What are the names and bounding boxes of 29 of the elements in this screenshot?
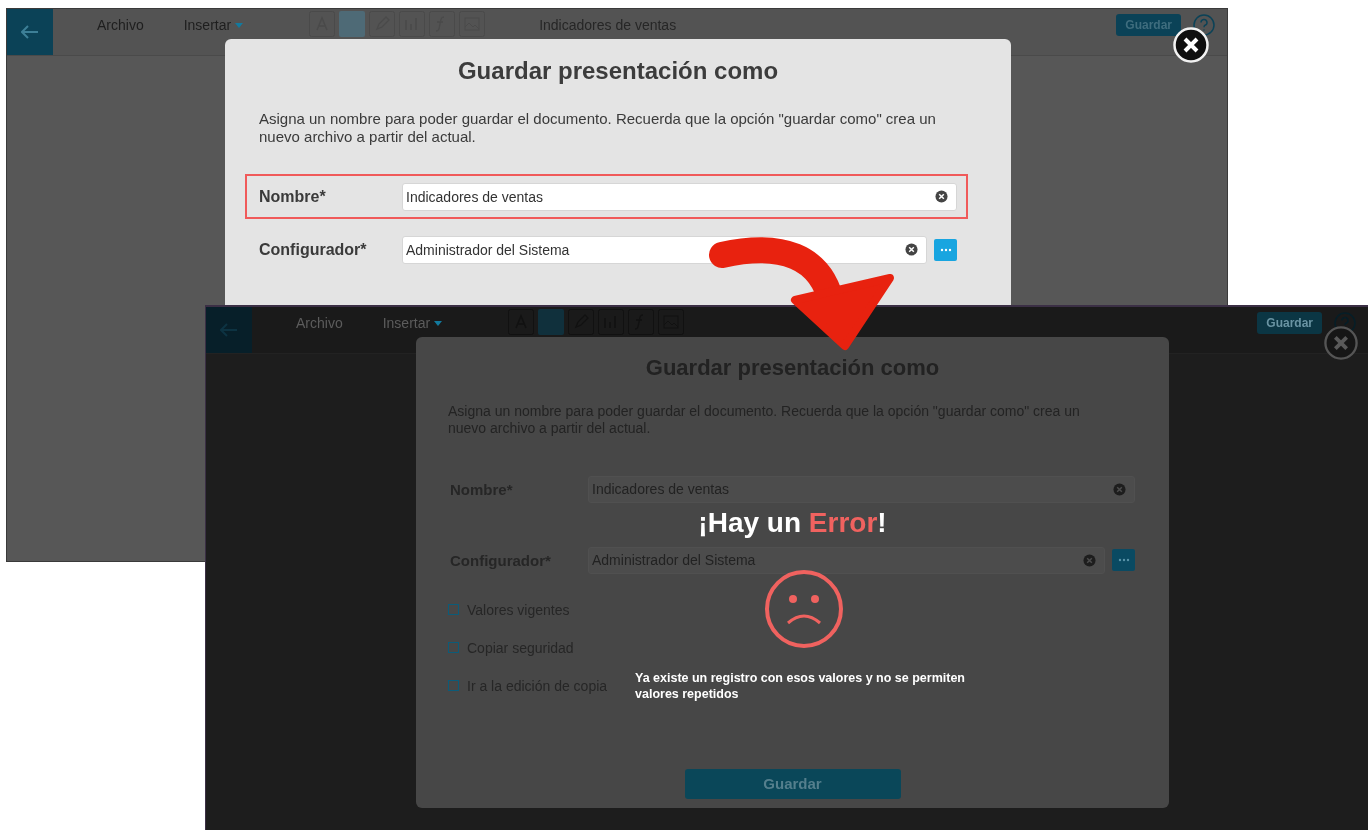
ellipsis-icon bbox=[939, 247, 952, 252]
field-label: Nombre* bbox=[259, 187, 327, 206]
dialog-description: Asigna un nombre para poder guardar el documento. Recuerda que la opción "guardar como" crea un nuevo archivo a partir del actual. bbox=[259, 110, 937, 146]
checkbox[interactable] bbox=[448, 680, 459, 692]
ellipsis-icon bbox=[1117, 558, 1130, 563]
dialog-title: Guardar presentación como bbox=[456, 57, 780, 85]
save-button[interactable]: Guardar bbox=[684, 768, 901, 799]
checkbox[interactable] bbox=[448, 642, 459, 654]
sad-face-icon bbox=[764, 569, 844, 649]
field-label: Configurador* bbox=[259, 240, 368, 259]
back-arrow-icon bbox=[21, 25, 39, 39]
error-message: Ya existe un registro con esos valores y no se permiten valores repetidos bbox=[635, 671, 966, 703]
back-button[interactable] bbox=[206, 307, 252, 353]
clear-icon[interactable] bbox=[935, 190, 948, 203]
back-button[interactable] bbox=[7, 9, 53, 55]
lookup-button[interactable] bbox=[934, 238, 957, 261]
save-button[interactable]: Guardar bbox=[1257, 312, 1322, 334]
menu-item[interactable]: Archivo bbox=[296, 315, 343, 331]
shape-tool-icon[interactable] bbox=[538, 309, 565, 335]
shape-tool-icon[interactable] bbox=[339, 11, 366, 37]
text-field[interactable]: Indicadores de ventas bbox=[402, 182, 957, 211]
caret-icon[interactable] bbox=[434, 321, 443, 326]
error-title: ¡Hay un Error! bbox=[698, 507, 887, 539]
clear-icon[interactable] bbox=[905, 243, 918, 256]
menu-item[interactable]: Insertar bbox=[382, 315, 431, 331]
checkbox[interactable] bbox=[448, 604, 459, 616]
lookup-button[interactable] bbox=[1112, 549, 1135, 572]
back-arrow-icon bbox=[220, 323, 238, 337]
caret-icon[interactable] bbox=[235, 23, 244, 28]
